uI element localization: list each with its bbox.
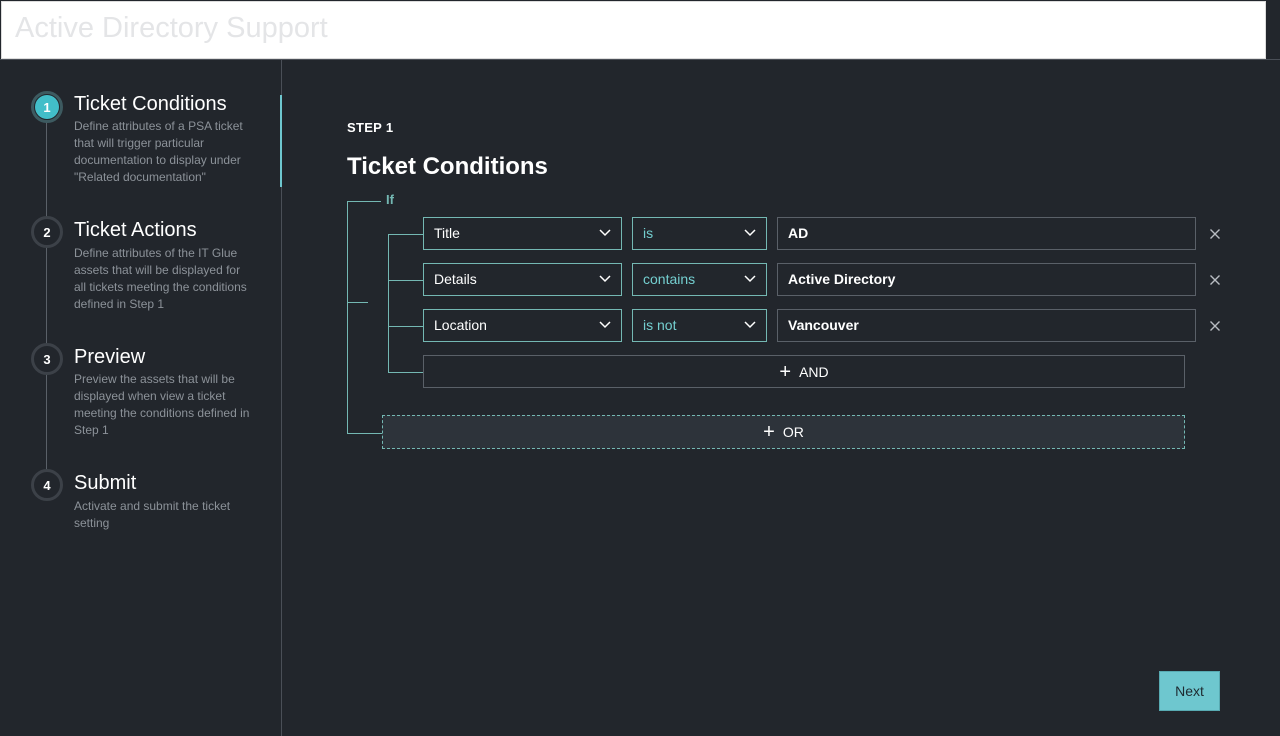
condition-value-input[interactable]: Active Directory [777,263,1196,296]
close-icon[interactable] [1207,272,1223,288]
select-value: Title [434,225,460,241]
condition-field-select[interactable]: Location [423,309,622,342]
and-label: AND [799,363,829,380]
row-connector [388,372,423,373]
condition-field-select[interactable]: Title [423,217,622,250]
plus-icon: + [779,360,792,383]
step-name: Ticket Actions [74,219,197,241]
condition-value-input[interactable]: AD [777,217,1196,250]
step-description: Define attributes of a PSA ticket that w… [74,119,243,184]
and-connector-vertical [388,234,389,373]
select-value: contains [643,271,696,287]
chevron-down-icon [599,275,611,283]
rule-title-input[interactable]: Active Directory Support [1,1,1266,59]
row-connector [388,234,423,235]
step-number-badge: 3 [31,343,63,375]
chevron-down-icon [599,229,611,237]
chevron-down-icon [744,275,756,283]
select-value: is not [643,317,677,333]
select-value: Location [434,317,487,333]
if-connector [347,201,381,202]
condition-operator-select[interactable]: contains [632,263,767,296]
condition-operator-select[interactable]: is [632,217,767,250]
or-label: OR [782,424,804,440]
or-connector [347,433,382,434]
condition-operator-select[interactable]: is not [632,309,767,342]
close-icon[interactable] [1207,226,1223,242]
step-label: STEP 1 [347,120,394,135]
step-name: Preview [74,346,146,368]
condition-value-input[interactable]: Vancouver [777,309,1196,342]
steps-sidebar: 1 Ticket Conditions Define attributes of… [0,60,282,736]
plus-icon: + [763,421,775,443]
header: Active Directory Support [0,0,1280,60]
add-or-group-button[interactable]: + OR [382,415,1185,449]
step-description: Define attributes of the IT Glue assets … [74,246,247,311]
step-description: Preview the assets that will be displaye… [74,372,250,437]
group-connector [347,302,368,303]
step-number-badge: 1 [31,91,63,123]
step-name: Ticket Conditions [74,93,227,115]
condition-field-select[interactable]: Details [423,263,622,296]
step-number-badge: 4 [31,469,63,501]
active-step-indicator [280,95,282,187]
select-value: Details [434,271,477,287]
close-icon[interactable] [1207,318,1223,334]
step-number-badge: 2 [31,216,63,248]
chevron-down-icon [599,321,611,329]
select-value: is [643,225,654,241]
chevron-down-icon [744,321,756,329]
or-connector-vertical [347,201,348,434]
steps-rail [46,122,47,498]
next-button[interactable]: Next [1159,671,1220,711]
row-connector [388,280,423,281]
step-name: Submit [74,472,137,494]
step-description: Activate and submit the ticket setting [74,499,231,530]
add-and-condition-button[interactable]: + AND [423,355,1185,388]
page-title: Ticket Conditions [347,153,548,180]
if-label: If [386,192,394,207]
chevron-down-icon [744,229,756,237]
row-connector [388,326,423,327]
